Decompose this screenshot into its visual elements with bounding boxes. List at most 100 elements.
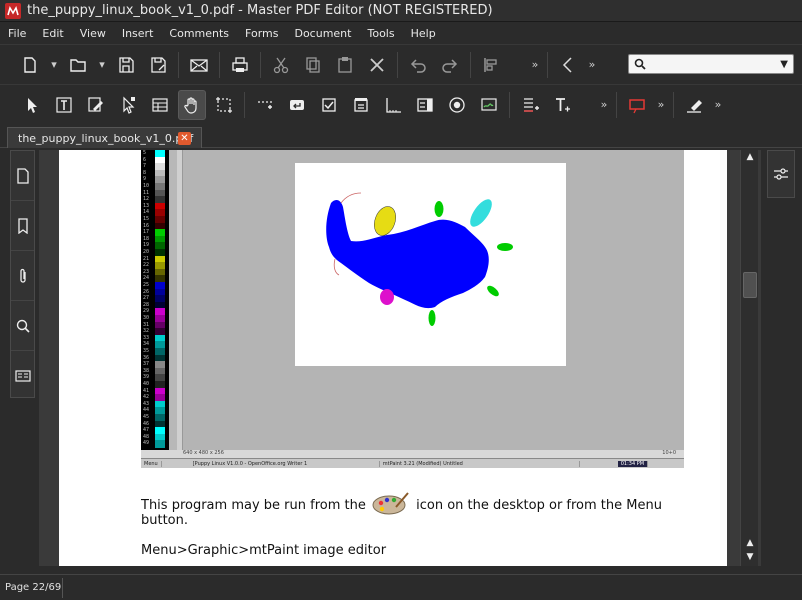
scroll-down-icon[interactable]: ▲	[741, 536, 759, 550]
open-dropdown-icon[interactable]: ▾	[94, 58, 110, 71]
bookmarks-panel-button[interactable]	[11, 201, 34, 251]
more-edit-tools-icon[interactable]: »	[596, 98, 612, 111]
palette-index-label: 13	[143, 202, 150, 209]
palette-index-label: 11	[143, 189, 150, 196]
paste-icon[interactable]	[331, 50, 359, 80]
new-file-icon[interactable]	[16, 50, 44, 80]
signature-icon[interactable]	[475, 90, 503, 120]
rectangle-annotation-icon[interactable]	[623, 90, 651, 120]
select-arrow-icon[interactable]	[18, 90, 46, 120]
save-as-icon[interactable]	[144, 50, 172, 80]
palette-index-label: 49	[143, 440, 150, 447]
toolbar-separator	[219, 51, 220, 78]
new-dropdown-icon[interactable]: ▾	[46, 58, 62, 71]
previous-icon[interactable]	[554, 50, 582, 80]
menu-edit[interactable]: Edit	[34, 27, 71, 40]
scroll-up-icon[interactable]: ▲	[741, 150, 759, 164]
table-icon[interactable]	[146, 90, 174, 120]
enter-icon[interactable]	[283, 90, 311, 120]
close-tab-icon[interactable]: ✕	[178, 132, 191, 145]
palette-index-label: 6	[143, 156, 147, 163]
cut-icon[interactable]	[267, 50, 295, 80]
more-annotation-icon[interactable]: »	[653, 98, 669, 111]
delete-icon[interactable]	[363, 50, 391, 80]
add-link-icon[interactable]	[251, 90, 279, 120]
palette-index-label: 16	[143, 222, 150, 229]
palette-index-label: 39	[143, 374, 150, 381]
embedded-clock: 01:34 PM	[617, 460, 649, 467]
menu-file[interactable]: File	[0, 27, 34, 40]
bookmark-icon	[17, 217, 28, 234]
open-file-icon[interactable]	[64, 50, 92, 80]
more-nav-icon[interactable]: »	[584, 58, 600, 71]
more-toolbar-icon[interactable]: »	[527, 58, 543, 71]
status-bar: Page 22/69	[0, 574, 802, 600]
toolbar-separator	[616, 91, 617, 118]
menu-forms[interactable]: Forms	[237, 27, 286, 40]
palette-index-label: 21	[143, 255, 150, 262]
palette-index-label: 32	[143, 328, 150, 335]
snapshot-icon[interactable]	[210, 90, 238, 120]
document-tab-bar: the_puppy_linux_book_v1_0.pdf ✕	[0, 124, 802, 148]
text-tool-icon[interactable]	[548, 90, 576, 120]
pages-panel-button[interactable]	[11, 151, 34, 201]
menu-insert[interactable]: Insert	[114, 27, 162, 40]
menu-bar: File Edit View Insert Comments Forms Doc…	[0, 22, 802, 44]
search-panel-button[interactable]	[11, 301, 34, 351]
embedded-taskbar-mtpaint: mtPaint 3.21 (Modified) Untitled	[380, 460, 580, 467]
toolbar-separator	[470, 51, 471, 78]
properties-panel-button[interactable]	[767, 150, 795, 198]
scroll-down-arrow-icon[interactable]: ▼	[741, 550, 759, 564]
search-input[interactable]: ▼	[628, 54, 794, 74]
left-sidebar	[10, 150, 35, 398]
edit-text-icon[interactable]	[50, 90, 78, 120]
combo-box-icon[interactable]	[411, 90, 439, 120]
copy-icon[interactable]	[299, 50, 327, 80]
toolbar-separator	[673, 91, 674, 118]
edit-forms-icon[interactable]	[114, 90, 142, 120]
toolbar-separator	[244, 91, 245, 118]
vertical-scrollbar[interactable]: ▲ ▲ ▼	[740, 150, 758, 566]
scroll-thumb[interactable]	[743, 272, 757, 298]
palette-index-label: 8	[143, 169, 147, 176]
palette-index-label: 19	[143, 242, 150, 249]
measure-icon[interactable]	[379, 90, 407, 120]
edit-toolbar: » » »	[0, 84, 802, 124]
menu-tools[interactable]: Tools	[359, 27, 402, 40]
print-icon[interactable]	[226, 50, 254, 80]
attachments-panel-button[interactable]	[11, 251, 34, 301]
hand-tool-icon[interactable]	[178, 89, 206, 120]
document-viewport[interactable]: 5 6 7 8 9 10 11 12 13 14 15 16 17 18 19 20 21 22 23 24 25 26 2…	[39, 150, 761, 566]
eraser-icon[interactable]	[680, 90, 708, 120]
save-icon[interactable]	[112, 50, 140, 80]
palette-index-label: 23	[143, 268, 150, 275]
undo-icon[interactable]	[404, 50, 432, 80]
palette-index-label: 42	[143, 394, 150, 401]
layers-panel-button[interactable]	[11, 351, 34, 401]
redo-icon[interactable]	[436, 50, 464, 80]
layers-icon	[14, 370, 31, 382]
palette-index-label: 24	[143, 275, 150, 282]
main-toolbar: ▾ ▾ » » ▼	[0, 44, 802, 84]
document-tab[interactable]: the_puppy_linux_book_v1_0.pdf ✕	[7, 127, 202, 148]
menu-view[interactable]: View	[72, 27, 114, 40]
menu-document[interactable]: Document	[286, 27, 359, 40]
more-tools-icon[interactable]: »	[710, 98, 726, 111]
palette-index-label: 34	[143, 341, 150, 348]
palette-index-label: 36	[143, 354, 150, 361]
edit-object-icon[interactable]	[82, 90, 110, 120]
insert-text-icon[interactable]	[516, 90, 544, 120]
menu-comments[interactable]: Comments	[161, 27, 237, 40]
search-dropdown-icon[interactable]: ▼	[780, 59, 788, 70]
embedded-status-right: 10+0	[662, 450, 676, 456]
menu-help[interactable]: Help	[403, 27, 444, 40]
palette-index-label: 28	[143, 301, 150, 308]
palette-index-label: 43	[143, 400, 150, 407]
email-icon[interactable]	[185, 50, 213, 80]
list-box-icon[interactable]	[347, 90, 375, 120]
radio-button-icon[interactable]	[443, 90, 471, 120]
palette-index-label: 5	[143, 150, 147, 156]
checkbox-icon[interactable]	[315, 90, 343, 120]
toolbar-separator	[260, 51, 261, 78]
align-icon[interactable]	[477, 50, 505, 80]
